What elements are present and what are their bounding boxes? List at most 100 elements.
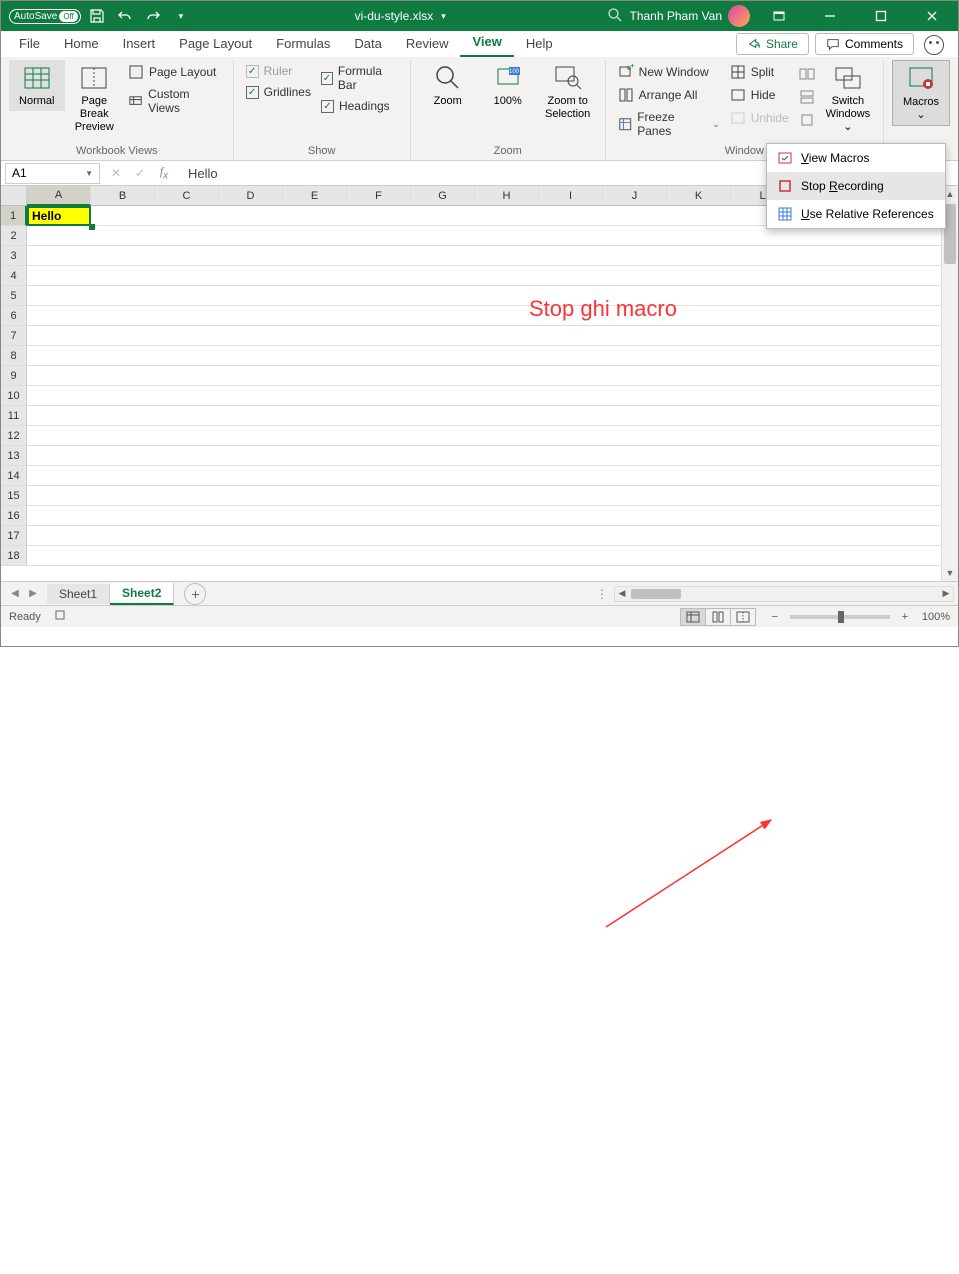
tab-help[interactable]: Help [514, 32, 565, 57]
pagebreak-button[interactable]: Page Break Preview [67, 60, 123, 137]
column-header[interactable]: H [475, 186, 539, 206]
row-header[interactable]: 11 [1, 406, 27, 426]
row-header[interactable]: 6 [1, 306, 27, 326]
redo-icon[interactable] [141, 4, 165, 28]
autosave-toggle[interactable]: AutoSave Off [9, 9, 81, 24]
menu-relative-references[interactable]: Use Relative References [767, 200, 945, 228]
comments-button[interactable]: Comments [815, 33, 914, 55]
save-icon[interactable] [85, 4, 109, 28]
vertical-scrollbar[interactable]: ▲▼ [941, 186, 958, 581]
select-all-corner[interactable] [1, 186, 27, 206]
sheet-tab-1[interactable]: Sheet1 [47, 584, 110, 604]
menu-view-macros[interactable]: View Macros [767, 144, 945, 172]
record-macro-status-icon[interactable] [53, 608, 67, 625]
sheet-nav-prev-icon[interactable]: ◀ [7, 588, 23, 599]
menu-stop-recording[interactable]: Stop Recording [767, 172, 945, 200]
horizontal-scrollbar[interactable]: ◀▶ [614, 586, 954, 602]
arrange-all-button[interactable]: Arrange All [614, 85, 724, 105]
zoom-level[interactable]: 100% [922, 611, 950, 623]
custom-views-button[interactable]: Custom Views [124, 85, 225, 117]
normal-view-icon[interactable] [680, 608, 706, 626]
tab-home[interactable]: Home [52, 32, 111, 57]
maximize-button[interactable] [858, 1, 903, 31]
sync-scroll-button[interactable] [795, 87, 819, 107]
tab-formulas[interactable]: Formulas [264, 32, 342, 57]
minimize-button[interactable] [807, 1, 852, 31]
fill-handle[interactable] [89, 224, 95, 230]
row-header[interactable]: 7 [1, 326, 27, 346]
row-header[interactable]: 13 [1, 446, 27, 466]
row-header[interactable]: 4 [1, 266, 27, 286]
undo-icon[interactable] [113, 4, 137, 28]
file-dropdown-icon[interactable]: ▾ [441, 11, 446, 22]
row-header[interactable]: 8 [1, 346, 27, 366]
row-header[interactable]: 3 [1, 246, 27, 266]
column-header[interactable]: D [219, 186, 283, 206]
zoom-100-button[interactable]: 100100% [479, 60, 537, 111]
name-box[interactable]: A1▼ [5, 163, 100, 184]
column-header[interactable]: C [155, 186, 219, 206]
row-header[interactable]: 18 [1, 546, 27, 566]
split-button[interactable]: Split [726, 62, 793, 82]
column-header[interactable]: F [347, 186, 411, 206]
cell-a1[interactable]: Hello [27, 206, 91, 226]
column-header[interactable]: G [411, 186, 475, 206]
switch-windows-button[interactable]: Switch Windows ⌄ [821, 60, 875, 137]
macros-button[interactable]: Macros⌄ [892, 60, 950, 126]
row-header[interactable]: 1 [1, 206, 27, 226]
cell-area[interactable]: Hello [27, 206, 941, 581]
column-header[interactable]: A [27, 186, 91, 206]
cancel-formula-icon[interactable]: ✕ [106, 166, 126, 180]
row-header[interactable]: 10 [1, 386, 27, 406]
pagebreak-view-icon[interactable] [730, 608, 756, 626]
view-side-by-side-button[interactable] [795, 64, 819, 84]
qat-customize-icon[interactable]: ▾ [169, 4, 193, 28]
freeze-panes-button[interactable]: Freeze Panes⌄ [614, 108, 724, 140]
tab-review[interactable]: Review [394, 32, 461, 57]
tab-file[interactable]: File [7, 32, 52, 57]
tab-page-layout[interactable]: Page Layout [167, 32, 264, 57]
zoom-slider[interactable] [790, 615, 890, 619]
page-layout-button[interactable]: Page Layout [124, 62, 225, 82]
row-header[interactable]: 5 [1, 286, 27, 306]
enter-formula-icon[interactable]: ✓ [130, 166, 150, 180]
tab-insert[interactable]: Insert [111, 32, 168, 57]
insert-function-icon[interactable]: fx [154, 164, 174, 181]
row-header[interactable]: 12 [1, 426, 27, 446]
share-button[interactable]: Share [736, 33, 809, 55]
column-header[interactable]: E [283, 186, 347, 206]
column-header[interactable]: I [539, 186, 603, 206]
page-layout-view-icon[interactable] [705, 608, 731, 626]
column-header[interactable]: J [603, 186, 667, 206]
zoom-button[interactable]: Zoom [419, 60, 477, 111]
column-header[interactable]: K [667, 186, 731, 206]
formulabar-checkbox[interactable]: ✓Formula Bar [317, 62, 402, 94]
new-window-button[interactable]: +New Window [614, 62, 724, 82]
ribbon-display-icon[interactable] [756, 1, 801, 31]
gridlines-checkbox[interactable]: ✓Gridlines [242, 83, 315, 101]
row-header[interactable]: 9 [1, 366, 27, 386]
add-sheet-button[interactable]: + [184, 583, 206, 605]
row-header[interactable]: 17 [1, 526, 27, 546]
close-button[interactable] [909, 1, 954, 31]
reset-window-button[interactable] [795, 110, 819, 130]
row-header[interactable]: 15 [1, 486, 27, 506]
tab-view[interactable]: View [460, 30, 513, 57]
column-header[interactable]: B [91, 186, 155, 206]
sheet-nav-next-icon[interactable]: ▶ [25, 588, 41, 599]
hide-button[interactable]: Hide [726, 85, 793, 105]
headings-checkbox[interactable]: ✓Headings [317, 97, 402, 115]
row-header[interactable]: 2 [1, 226, 27, 246]
tab-data[interactable]: Data [342, 32, 393, 57]
sheet-tab-2[interactable]: Sheet2 [110, 583, 174, 605]
zoom-selection-button[interactable]: Zoom to Selection [539, 60, 597, 124]
user-avatar[interactable] [728, 5, 750, 27]
row-header[interactable]: 16 [1, 506, 27, 526]
normal-view-button[interactable]: Normal [9, 60, 65, 111]
zoom-out-button[interactable]: − [768, 611, 782, 623]
feedback-icon[interactable] [924, 35, 944, 55]
row-header[interactable]: 14 [1, 466, 27, 486]
search-icon[interactable] [607, 7, 623, 26]
user-name[interactable]: Thanh Pham Van [629, 9, 722, 23]
zoom-in-button[interactable]: + [898, 611, 912, 623]
